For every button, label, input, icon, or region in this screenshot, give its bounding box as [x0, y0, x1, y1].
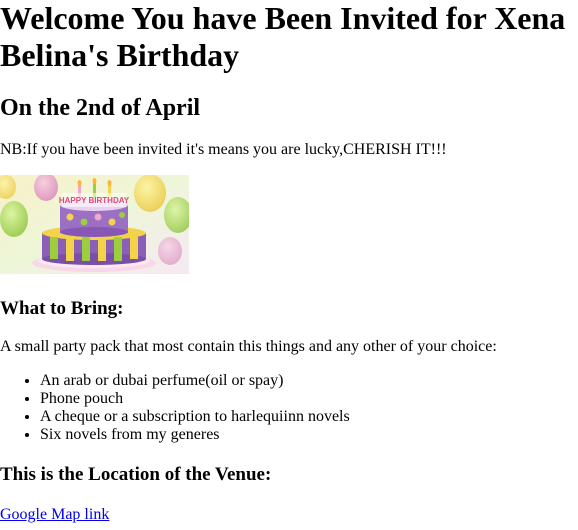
- bring-heading: What to Bring:: [0, 298, 124, 319]
- venue-heading: This is the Location of the Venue:: [0, 464, 272, 485]
- list-item: An arab or dubai perfume(oil or spay): [40, 372, 570, 390]
- bring-list: An arab or dubai perfume(oil or spay) Ph…: [0, 372, 570, 444]
- bring-intro: A small party pack that most contain thi…: [0, 338, 497, 355]
- list-item: Phone pouch: [40, 390, 570, 408]
- cake-banner-text: HAPPY BIRTHDAY: [59, 196, 130, 205]
- google-map-link[interactable]: Google Map link: [0, 506, 109, 523]
- birthday-cake-image: HAPPY BIRTHDAY: [0, 175, 189, 274]
- list-item: A cheque or a subscription to harlequiin…: [40, 408, 570, 426]
- invitation-note: NB:If you have been invited it's means y…: [0, 141, 447, 158]
- balloon-shape: [0, 201, 28, 237]
- list-item: Six novels from my generes: [40, 426, 570, 444]
- page: Welcome You have Been Invited for Xena B…: [0, 0, 578, 524]
- page-title: Welcome You have Been Invited for Xena B…: [0, 0, 566, 73]
- event-date: On the 2nd of April: [0, 95, 201, 121]
- venue-link-paragraph: Google Map link: [0, 506, 570, 524]
